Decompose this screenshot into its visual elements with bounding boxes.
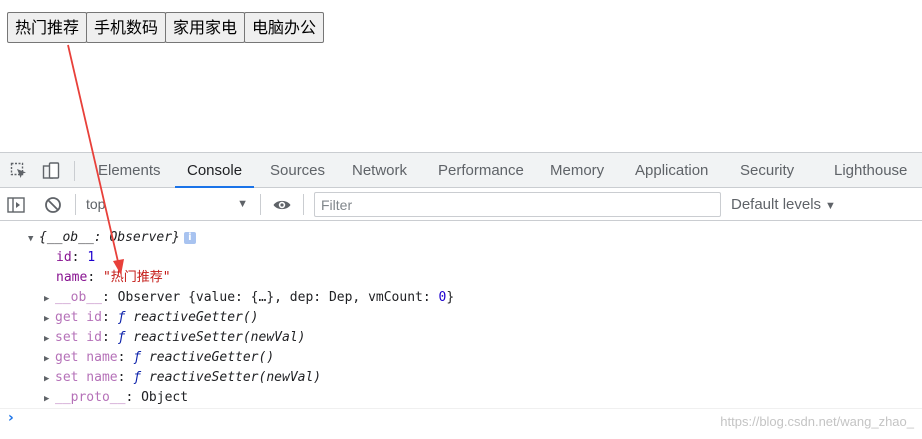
console-output: ▼ {__ob__: Observer} i id: 1 name: "热门推荐" … bbox=[0, 222, 922, 439]
collapsed-triangle-icon[interactable]: ▶ bbox=[44, 349, 55, 369]
collapsed-triangle-icon[interactable]: ▶ bbox=[44, 329, 55, 349]
property-value: "热门推荐" bbox=[102, 270, 171, 285]
tab-network[interactable]: Network bbox=[352, 153, 407, 188]
function-symbol: ƒ bbox=[117, 310, 126, 325]
show-sidebar-icon[interactable] bbox=[6, 195, 26, 215]
log-levels-label: Default levels bbox=[731, 196, 822, 213]
function-symbol: ƒ bbox=[133, 370, 142, 385]
ob-text-end: } bbox=[446, 290, 455, 305]
tab-elements[interactable]: Elements bbox=[98, 153, 161, 188]
dropdown-triangle-icon: ▼ bbox=[237, 198, 248, 210]
toolbar-separator bbox=[75, 194, 76, 215]
property-row-ob[interactable]: ▶ __ob__: Observer {value: {…}, dep: Dep,… bbox=[44, 288, 454, 308]
context-value: top bbox=[86, 196, 106, 212]
collapsed-triangle-icon[interactable]: ▶ bbox=[44, 289, 55, 309]
log-levels-dropdown[interactable]: Default levels ▼ bbox=[731, 192, 836, 217]
property-key: name bbox=[56, 270, 88, 285]
tab-lighthouse[interactable]: Lighthouse bbox=[834, 153, 907, 188]
ob-text-start: Observer {value: {…}, dep: Dep, vmCount: bbox=[117, 290, 439, 305]
tab-application[interactable]: Application bbox=[635, 153, 708, 188]
home-appliance-button[interactable]: 家用家电 bbox=[165, 12, 246, 43]
devtools-panel: Elements Console Sources Network Perform… bbox=[0, 152, 922, 439]
property-row-set-id[interactable]: ▶ set id: ƒ reactiveSetter(newVal) bbox=[44, 328, 305, 348]
console-prompt[interactable]: › https://blog.csdn.net/wang_zhao_ bbox=[0, 408, 922, 439]
property-key: __ob__ bbox=[55, 290, 102, 305]
object-summary: {__ob__: Observer} bbox=[39, 230, 180, 245]
property-row-get-name[interactable]: ▶ get name: ƒ reactiveGetter() bbox=[44, 348, 274, 368]
property-row-id: id: 1 bbox=[56, 250, 96, 265]
toolbar-separator bbox=[303, 194, 304, 215]
live-expression-eye-icon[interactable] bbox=[272, 195, 292, 215]
collapsed-triangle-icon[interactable]: ▶ bbox=[44, 389, 55, 409]
property-key: __proto__ bbox=[55, 390, 126, 405]
property-key: id bbox=[56, 250, 72, 265]
property-row-name: name: "热门推荐" bbox=[56, 270, 171, 285]
device-toolbar-icon[interactable] bbox=[41, 161, 61, 181]
dropdown-triangle-icon: ▼ bbox=[825, 200, 836, 212]
computer-office-button[interactable]: 电脑办公 bbox=[244, 12, 325, 43]
function-signature: reactiveSetter(newVal) bbox=[148, 370, 322, 385]
inspect-element-icon[interactable] bbox=[9, 161, 29, 181]
property-row-set-name[interactable]: ▶ set name: ƒ reactiveSetter(newVal) bbox=[44, 368, 321, 388]
collapsed-triangle-icon[interactable]: ▶ bbox=[44, 309, 55, 329]
property-key: get name bbox=[55, 350, 118, 365]
property-value: Object bbox=[141, 390, 189, 405]
property-row-get-id[interactable]: ▶ get id: ƒ reactiveGetter() bbox=[44, 308, 259, 328]
clear-console-icon[interactable] bbox=[43, 195, 63, 215]
property-row-proto[interactable]: ▶ __proto__: Object bbox=[44, 388, 188, 408]
collapsed-triangle-icon[interactable]: ▶ bbox=[44, 369, 55, 389]
expanded-triangle-icon[interactable]: ▼ bbox=[28, 229, 39, 249]
context-selector[interactable]: top ▼ bbox=[86, 192, 252, 217]
filter-input[interactable] bbox=[314, 192, 721, 217]
console-toolbar: top ▼ Default levels▼ bbox=[0, 188, 922, 221]
hot-recommend-button[interactable]: 热门推荐 bbox=[7, 12, 88, 43]
devtools-tabbar: Elements Console Sources Network Perform… bbox=[0, 153, 922, 188]
object-summary-row[interactable]: ▼ {__ob__: Observer} i bbox=[28, 228, 196, 248]
tabbar-separator bbox=[74, 161, 75, 181]
property-value: 1 bbox=[87, 250, 96, 265]
tab-sources[interactable]: Sources bbox=[270, 153, 325, 188]
tab-security[interactable]: Security bbox=[740, 153, 794, 188]
property-key: get id bbox=[55, 310, 102, 325]
tab-performance[interactable]: Performance bbox=[438, 153, 524, 188]
page-viewport: 热门推荐 手机数码 家用家电 电脑办公 bbox=[0, 0, 922, 152]
property-key: set id bbox=[55, 330, 102, 345]
property-key: set name bbox=[55, 370, 118, 385]
tab-memory[interactable]: Memory bbox=[550, 153, 604, 188]
phone-digital-button[interactable]: 手机数码 bbox=[86, 12, 167, 43]
category-button-row: 热门推荐 手机数码 家用家电 电脑办公 bbox=[7, 12, 325, 43]
function-signature: reactiveSetter(newVal) bbox=[133, 330, 306, 345]
function-symbol: ƒ bbox=[117, 330, 126, 345]
function-symbol: ƒ bbox=[133, 350, 142, 365]
prompt-chevron-icon: › bbox=[8, 410, 14, 426]
tab-console[interactable]: Console bbox=[175, 153, 255, 188]
info-icon[interactable]: i bbox=[183, 232, 196, 244]
toolbar-separator bbox=[260, 194, 261, 215]
watermark: https://blog.csdn.net/wang_zhao_ bbox=[720, 414, 914, 429]
function-signature: reactiveGetter() bbox=[148, 350, 275, 365]
function-signature: reactiveGetter() bbox=[133, 310, 259, 325]
